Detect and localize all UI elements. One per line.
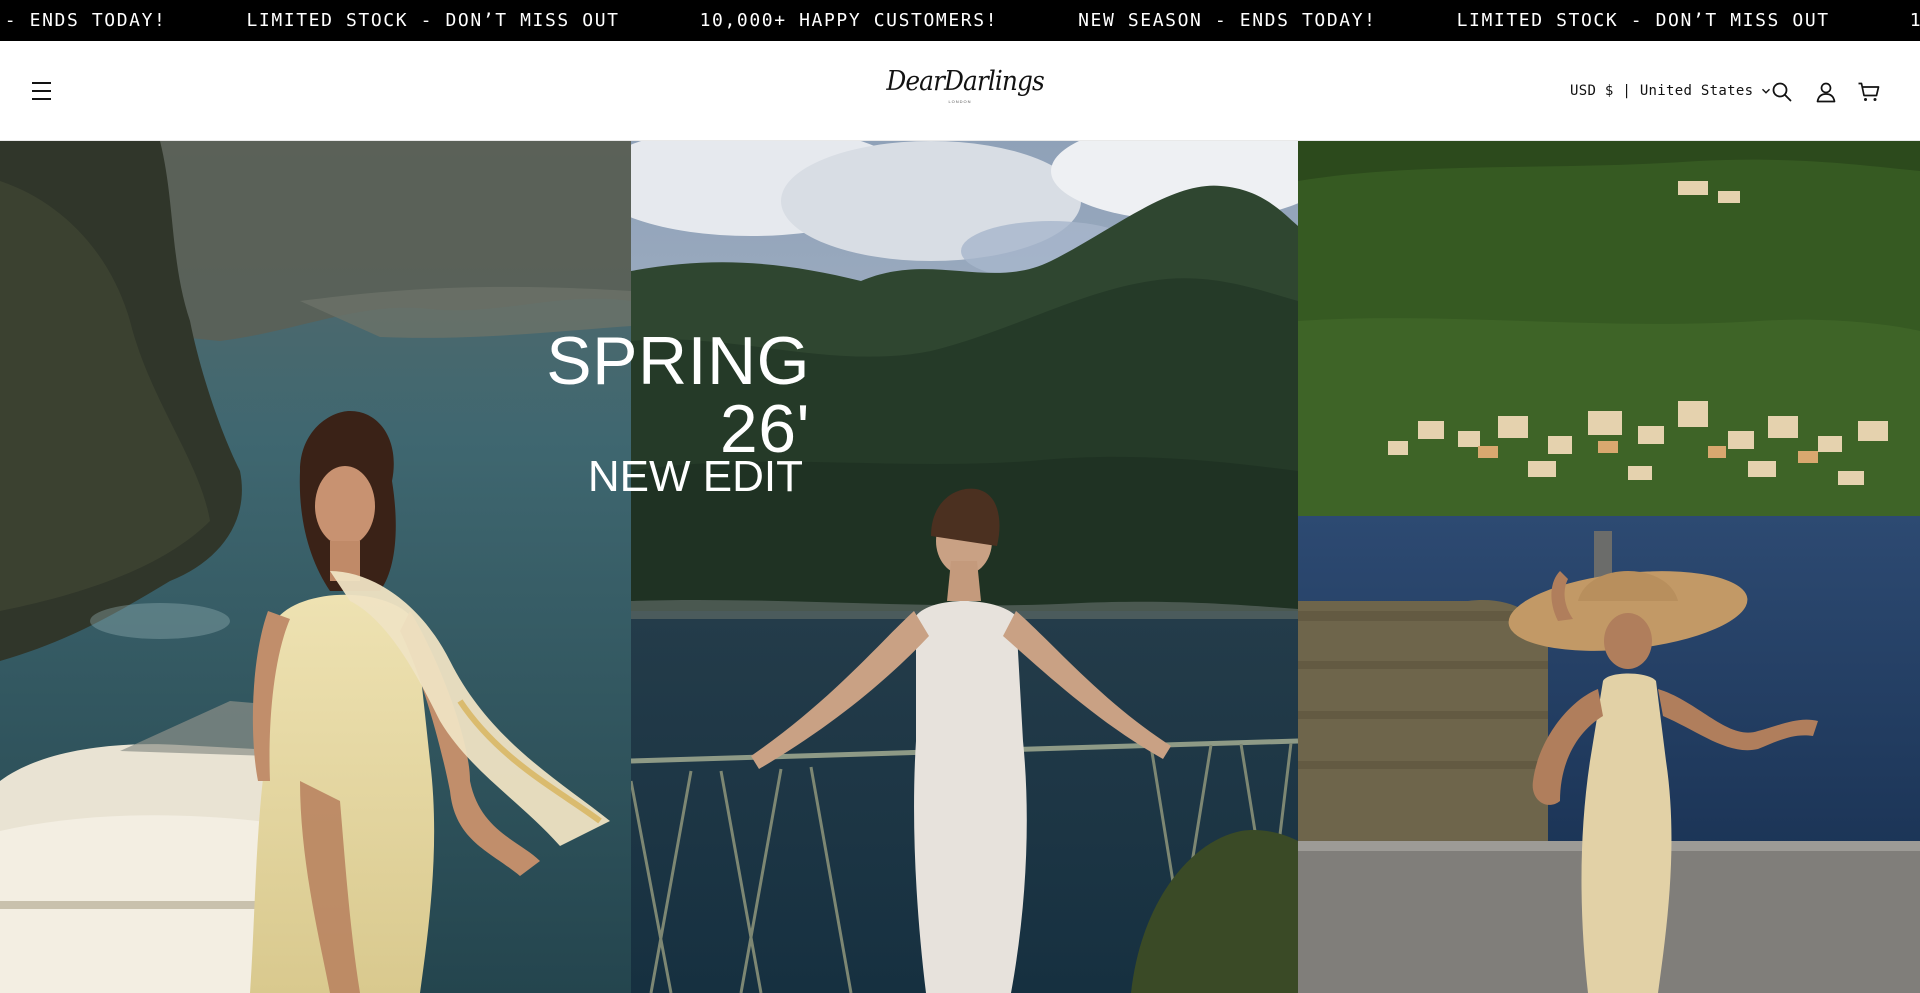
announcement-item[interactable]: LIMITED STOCK - DON’T MISS OUT (207, 10, 660, 31)
hero-image-right (1298, 141, 1920, 993)
announcement-track: NEW SEASON - ENDS TODAY! LIMITED STOCK -… (0, 0, 1920, 41)
cart-icon[interactable] (1856, 79, 1882, 105)
currency-country-selector[interactable]: USD $ | United States (1570, 79, 1771, 103)
locale-label: USD $ | United States (1570, 83, 1754, 99)
hero-title: SPRING 26' (546, 323, 810, 467)
announcement-item[interactable]: NEW SEASON - ENDS TODAY! (1038, 10, 1417, 31)
store-logo[interactable]: DearDarlings LONDON (880, 65, 1044, 115)
search-icon[interactable] (1769, 79, 1795, 105)
hamburger-menu-icon[interactable] (28, 77, 56, 105)
site-header: DearDarlings LONDON USD $ | United State… (0, 41, 1920, 141)
logo-wordmark: DearDarlings (886, 66, 1044, 97)
announcement-item[interactable]: LIMITED STOCK - DON’T MISS OUT (1417, 10, 1870, 31)
announcement-item[interactable]: NEW SEASON - ENDS TODAY! (0, 10, 207, 31)
logo-subtext: LONDON (948, 99, 972, 104)
hero-banner[interactable]: SPRING 26' NEW EDIT (0, 141, 1920, 993)
announcement-item[interactable]: 10,000+ HAPPY CUSTOMERS! (660, 10, 1039, 31)
announcement-bar: NEW SEASON - ENDS TODAY! LIMITED STOCK -… (0, 0, 1920, 41)
hero-image-center (631, 141, 1298, 993)
hero-image-left (0, 141, 631, 993)
announcement-item[interactable]: 10,000+ HAPPY CUSTOMERS! (1870, 10, 1920, 31)
account-icon[interactable] (1813, 79, 1839, 105)
hero-subtitle: NEW EDIT (587, 452, 803, 501)
hero-copy: SPRING 26' NEW EDIT (440, 327, 810, 499)
